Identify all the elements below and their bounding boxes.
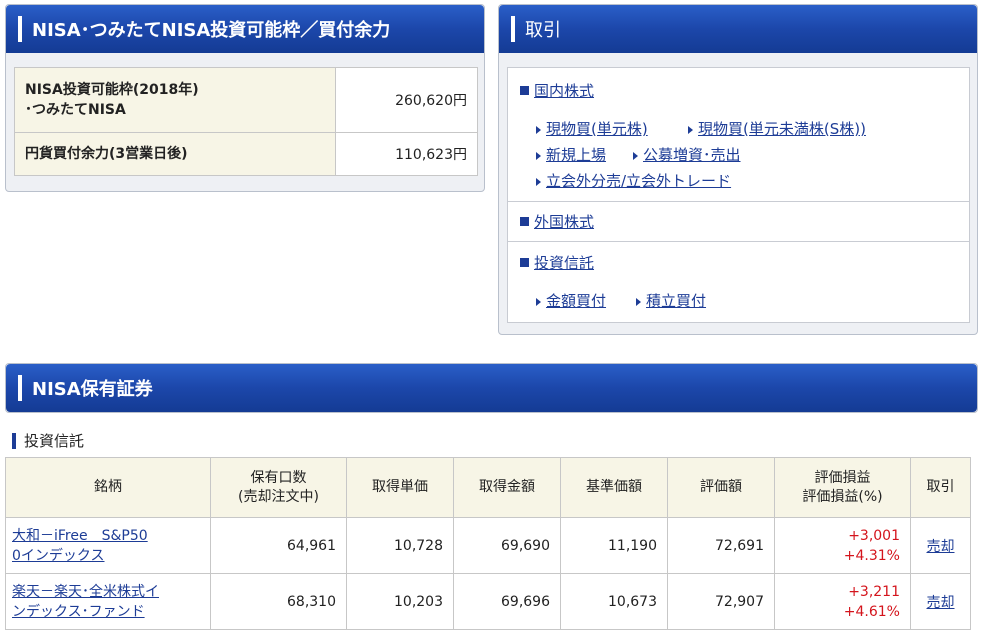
pl-amount: +3,211 <box>848 583 900 600</box>
fund-subtitle-text: 投資信託 <box>24 432 85 450</box>
domestic-stock-link[interactable]: 国内株式 <box>520 80 594 101</box>
foreign-stock-link[interactable]: 外国株式 <box>520 211 594 232</box>
cost-cell: 69,690 <box>453 517 561 574</box>
table-header-row: 銘柄 保有口数 (売却注文中) 取得単価 取得金額 基準価額 評価額 評価損益 評価… <box>5 457 971 518</box>
holdings-header-panel: NISA保有証券 <box>5 363 978 413</box>
link-label: 立会外分売/立会外トレード <box>546 172 732 190</box>
pl-cell: +3,001 +4.31% <box>774 517 911 574</box>
table-row: NISA投資可能枠(2018年) ･つみたてNISA 260,620円 <box>14 67 478 133</box>
link-label: 積立買付 <box>646 292 707 310</box>
limit-label: NISA投資可能枠(2018年) ･つみたてNISA <box>14 67 336 133</box>
holdings-header: NISA保有証券 <box>6 364 977 412</box>
trade-title: 取引 <box>525 20 561 41</box>
divider <box>508 241 969 242</box>
header-bar-icon <box>18 16 22 42</box>
col-units: 保有口数 (売却注文中) <box>210 457 347 518</box>
triangle-bullet-icon <box>536 177 541 186</box>
col-pl: 評価損益評価損益(%) <box>774 457 911 518</box>
po-link[interactable]: 公募増資･売出 <box>633 144 741 165</box>
table-row: 楽天－楽天･全米株式イ ンデックス･ファンド 68,310 10,203 69,6… <box>5 573 971 630</box>
square-bullet-icon <box>520 86 529 95</box>
link-label: 金額買付 <box>546 292 607 310</box>
fund-name-line2: 0インデックス <box>12 547 105 564</box>
limit-value: 260,620円 <box>335 67 478 133</box>
nisa-limit-panel: NISA･つみたてNISA投資可能枠／買付余力 NISA投資可能枠(2018年)… <box>5 4 485 192</box>
amount-buy-link[interactable]: 金額買付 <box>536 290 606 311</box>
col-unit-cost: 取得単価 <box>346 457 454 518</box>
nisa-limit-table: NISA投資可能枠(2018年) ･つみたてNISA 260,620円 円貨買付… <box>14 67 478 176</box>
buying-power-label: 円貨買付余力(3営業日後) <box>14 132 336 176</box>
pl-amount: +3,001 <box>848 527 900 544</box>
col-nav: 基準価額 <box>560 457 668 518</box>
fund-name-line1: 楽天－楽天･全米株式イ <box>12 583 159 600</box>
trade-header: 取引 <box>499 5 977 53</box>
investment-trust-label: 投資信託 <box>534 254 595 272</box>
value-cell: 72,691 <box>667 517 775 574</box>
header-bar-icon <box>511 16 515 42</box>
link-label: 新規上場 <box>546 146 607 164</box>
unit-cost-cell: 10,728 <box>346 517 454 574</box>
trade-panel: 取引 国内株式 現物買(単元株) 現物買(単元未満株(S株)) 新規上場 公募増… <box>498 4 978 335</box>
col-pl-line1: 評価損益 <box>814 469 871 486</box>
unit-cost-cell: 10,203 <box>346 573 454 630</box>
pl-cell: +3,211 +4.61% <box>774 573 911 630</box>
table-row: 円貨買付余力(3営業日後) 110,623円 <box>14 132 478 176</box>
limit-label-line1: NISA投資可能枠(2018年) <box>25 82 199 98</box>
fund-name-link[interactable]: 楽天－楽天･全米株式イ ンデックス･ファンド <box>5 573 211 630</box>
col-units-line1: 保有口数 <box>250 469 307 486</box>
fund-subtitle: 投資信託 <box>12 430 84 451</box>
fund-name-line1: 大和－iFree S&P50 <box>12 527 148 544</box>
holdings-table: 銘柄 保有口数 (売却注文中) 取得単価 取得金額 基準価額 評価額 評価損益 評価… <box>5 457 971 630</box>
pl-percent: +4.61% <box>843 603 900 620</box>
limit-label-line2: ･つみたてNISA <box>25 102 126 118</box>
col-units-line2: (売却注文中) <box>238 488 319 505</box>
fund-name-line2: ンデックス･ファンド <box>12 603 145 620</box>
units-cell: 68,310 <box>210 573 347 630</box>
nisa-limit-title: NISA･つみたてNISA投資可能枠／買付余力 <box>32 20 391 41</box>
col-cost: 取得金額 <box>453 457 561 518</box>
value-cell: 72,907 <box>667 573 775 630</box>
nav-cell: 10,673 <box>560 573 668 630</box>
table-row: 大和－iFree S&P50 0インデックス 64,961 10,728 69,6… <box>5 517 971 574</box>
pl-percent: +4.31% <box>843 547 900 564</box>
buy-unit-share-link[interactable]: 現物買(単元株) <box>536 118 648 139</box>
nisa-limit-header: NISA･つみたてNISA投資可能枠／買付余力 <box>6 5 484 53</box>
triangle-bullet-icon <box>633 151 638 160</box>
triangle-bullet-icon <box>536 125 541 134</box>
fund-name-link[interactable]: 大和－iFree S&P50 0インデックス <box>5 517 211 574</box>
foreign-stock-label: 外国株式 <box>534 213 595 231</box>
link-label: 現物買(単元未満株(S株)) <box>698 120 866 138</box>
investment-trust-link[interactable]: 投資信託 <box>520 252 594 273</box>
off-floor-link[interactable]: 立会外分売/立会外トレード <box>536 170 731 191</box>
triangle-bullet-icon <box>688 125 693 134</box>
link-label: 公募増資･売出 <box>643 146 741 164</box>
recurring-buy-link[interactable]: 積立買付 <box>636 290 706 311</box>
header-bar-icon <box>18 375 22 401</box>
link-label: 現物買(単元株) <box>546 120 648 138</box>
square-bullet-icon <box>520 217 529 226</box>
triangle-bullet-icon <box>536 297 541 306</box>
square-bullet-icon <box>520 258 529 267</box>
domestic-stock-label: 国内株式 <box>534 82 595 100</box>
col-value: 評価額 <box>667 457 775 518</box>
buy-s-share-link[interactable]: 現物買(単元未満株(S株)) <box>688 118 866 139</box>
trade-menu: 国内株式 現物買(単元株) 現物買(単元未満株(S株)) 新規上場 公募増資･売… <box>507 67 970 323</box>
ipo-link[interactable]: 新規上場 <box>536 144 606 165</box>
buying-power-label-text: 円貨買付余力(3営業日後) <box>25 146 188 162</box>
units-cell: 64,961 <box>210 517 347 574</box>
triangle-bullet-icon <box>536 151 541 160</box>
subtitle-bar-icon <box>12 432 16 449</box>
sell-link[interactable]: 売却 <box>910 573 971 630</box>
buying-power-value: 110,623円 <box>335 132 478 176</box>
holdings-title: NISA保有証券 <box>32 379 153 400</box>
col-name: 銘柄 <box>5 457 211 518</box>
col-pl-line2: 評価損益(%) <box>802 488 883 505</box>
cost-cell: 69,696 <box>453 573 561 630</box>
triangle-bullet-icon <box>636 297 641 306</box>
sell-link[interactable]: 売却 <box>910 517 971 574</box>
nav-cell: 11,190 <box>560 517 668 574</box>
divider <box>508 201 969 202</box>
col-action: 取引 <box>910 457 971 518</box>
